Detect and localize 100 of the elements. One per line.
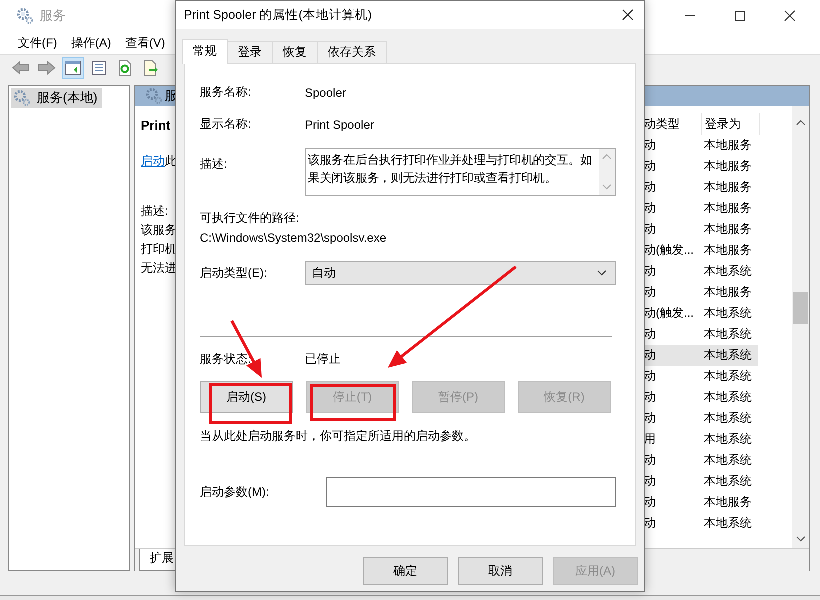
table-cell-text: 本地服务 [703,137,753,154]
table-row[interactable]: 动(触发... 本地系统 [644,303,758,324]
gear-icon [13,89,31,107]
table-cell-text: 本地系统 [703,368,753,385]
refresh-icon [117,60,133,76]
menu-item[interactable]: 文件(F) [18,34,58,52]
table-cell-text: 本地服务 [703,158,753,175]
start-parameters-field[interactable] [326,477,616,507]
field-label: 启动参数(M): [200,484,270,500]
close-icon[interactable] [622,9,634,21]
scrollbar[interactable] [792,106,809,548]
tree-item[interactable]: 服务(本地) [11,88,102,108]
table-row[interactable]: 动 本地系统 [644,324,758,345]
gear-icon [16,7,34,25]
table-cell-text: 动(触发... [644,242,695,259]
toolbar-button[interactable] [62,57,84,79]
table-row[interactable]: 动 本地服务 [644,156,758,177]
pane-icon [65,61,81,75]
table-cell-text: 动 [644,347,657,364]
table-cell-text: 本地服务 [703,284,753,301]
table-cell-text: 本地系统 [703,410,753,427]
table-cell-text: 本地服务 [703,242,753,259]
field-label: 描述: [200,156,228,173]
table-row[interactable]: 动 本地系统 [644,471,758,492]
start-link[interactable]: 启动 [141,153,165,170]
table-row[interactable]: 动 本地服务 [644,177,758,198]
path-text: C:\Windows\System32\spoolsv.exe [200,231,387,245]
table-row[interactable]: 动 本地系统 [644,345,758,366]
field-label: 启动类型(E): [200,264,268,282]
table-cell-text: 本地系统 [703,431,753,448]
table-cell-text: 本地服务 [703,494,753,511]
table-cell-text: 动 [644,494,657,511]
table-cell-text: 本地系统 [703,263,753,280]
scroll-down-icon[interactable] [796,536,806,542]
field-label: 显示名称: [200,116,252,133]
table-cell-text: 动 [644,410,657,427]
table-cell-text: 本地系统 [703,473,753,490]
column-header[interactable]: 登录为 [702,113,760,135]
close-icon[interactable] [784,10,796,22]
table-cell-text: 本地系统 [703,515,753,532]
table-cell-text: 动 [644,179,657,196]
menu-item[interactable]: 操作(A) [71,34,112,52]
status-value: 已停止 [305,351,341,368]
scroll-thumb[interactable] [793,292,808,324]
table-cell-text: 本地系统 [703,326,753,343]
table-cell-text: 本地服务 [703,200,753,217]
tab[interactable]: 依存关系 [317,41,387,63]
table-cell-text: 本地系统 [703,389,753,406]
maximize-icon[interactable] [734,10,746,22]
tab[interactable]: 常规 [182,39,228,64]
gear-icon [145,87,163,105]
table-row[interactable]: 动 本地系统 [644,387,758,408]
table-cell-text: 动 [644,263,657,280]
table-cell-text: 本地服务 [703,179,753,196]
table-cell-text: 本地系统 [703,452,753,469]
chevron-down-icon [597,270,607,276]
table-row[interactable]: 动 本地服务 [644,198,758,219]
hint-text: 当从此处启动服务时，你可指定所适用的启动参数。 [200,428,476,445]
table-row[interactable]: 动 本地系统 [644,450,758,471]
table-row[interactable]: 动 本地系统 [644,261,758,282]
properties-icon [91,61,107,75]
table-cell-text: 动 [644,158,657,175]
table-cell-text: 动 [644,515,657,532]
dialog-title: Print Spooler 的属性(本地计算机) [184,6,374,24]
field-value: Spooler [305,86,346,100]
menu-item[interactable]: 查看(V) [125,34,166,52]
table-cell-text: 动 [644,137,657,154]
table-cell-text: 动 [644,284,657,301]
table-row[interactable]: 动 本地系统 [644,408,758,429]
field-label: 可执行文件的路径: [200,210,300,227]
description-text: 该服务 [141,222,177,239]
table-cell-text: 动 [644,221,657,238]
table-cell-text: 动 [644,368,657,385]
table-row[interactable]: 动(触发... 本地服务 [644,240,758,261]
table-cell-text: 本地系统 [703,305,753,322]
back-arrow-icon [12,61,30,75]
table-cell-text: 动 [644,389,657,406]
table-row[interactable]: 用 本地系统 [644,429,758,450]
service-title: Print [141,118,171,133]
table-row[interactable]: 动 本地服务 [644,135,758,156]
forward-arrow-icon [38,61,56,75]
table-cell-text: 动(触发... [644,305,695,322]
table-row[interactable]: 动 本地系统 [644,513,758,534]
table-cell-text: 动 [644,326,657,343]
startup-type-dropdown[interactable]: 自动 [305,261,616,285]
dialog-button[interactable]: 确定 [363,557,448,585]
table-row[interactable]: 动 本地系统 [644,366,758,387]
dialog-button[interactable]: 取消 [458,557,543,585]
export-icon [143,60,159,76]
table-row[interactable]: 动 本地服务 [644,219,758,240]
table-cell-text: 本地服务 [703,221,753,238]
table-cell-text: 动 [644,200,657,217]
description-label: 描述: [141,203,168,220]
field-value: Print Spooler [305,118,374,132]
scroll-up-icon[interactable] [796,120,806,126]
table-row[interactable]: 动 本地服务 [644,282,758,303]
table-cell-text: 动 [644,473,657,490]
table-row[interactable]: 动 本地服务 [644,492,758,513]
table-cell-text: 用 [644,431,657,448]
table-cell-text: 动 [644,452,657,469]
